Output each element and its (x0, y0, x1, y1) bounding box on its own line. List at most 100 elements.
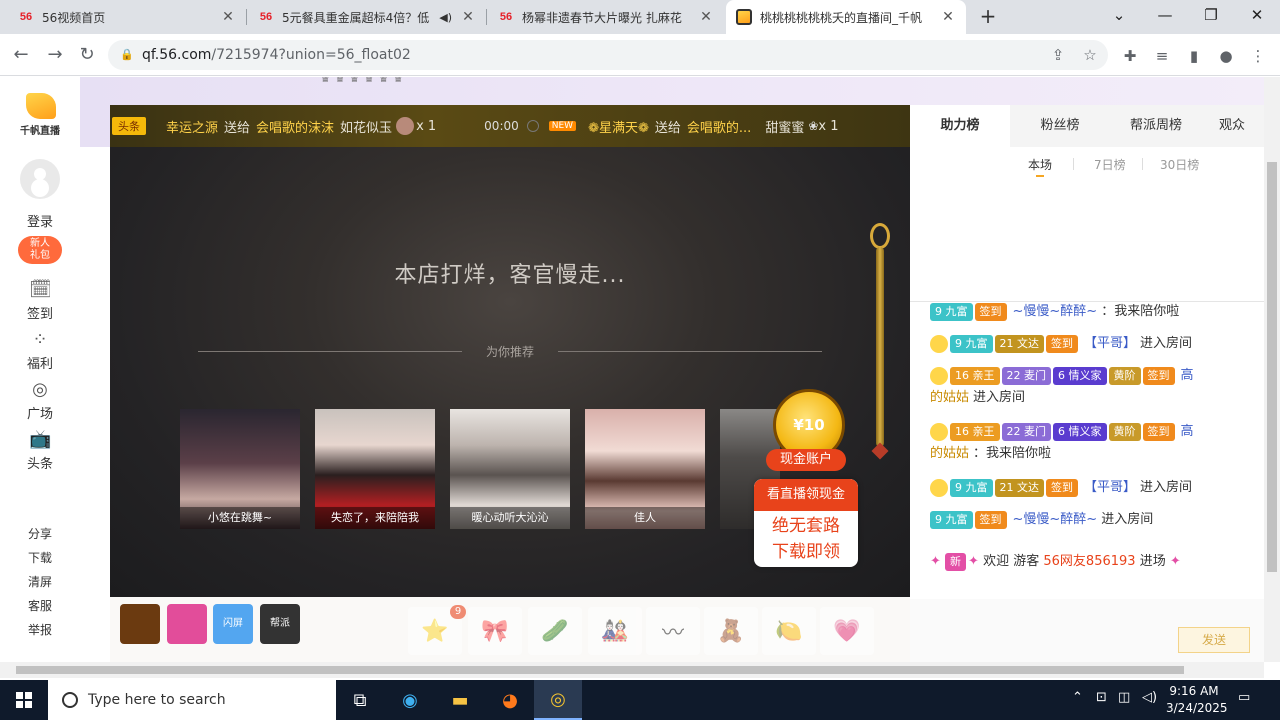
back-arrow-icon[interactable]: ← (8, 42, 34, 68)
slider-knob[interactable] (870, 223, 890, 249)
browser-tab-live-room[interactable]: 桃桃桃桃桃桃夭的直播间_千帆 ✕ (726, 0, 966, 34)
subtab-30day[interactable]: 30日榜 (1160, 156, 1199, 173)
tab-gang-weekly[interactable]: 帮派周榜 (1106, 105, 1206, 147)
volume-slider[interactable] (868, 223, 892, 463)
extensions-puzzle-icon[interactable]: ✚ (1120, 47, 1140, 67)
start-button[interactable] (0, 680, 48, 720)
share-icon[interactable]: ⇪ (1046, 40, 1070, 70)
chat-username-continued[interactable]: 的姑姑 (930, 446, 969, 461)
browser-tab-56-home[interactable]: 56 56视频首页 ✕ (8, 0, 246, 34)
tab-close-icon[interactable]: ✕ (460, 9, 476, 25)
send-button[interactable]: 发送 (1178, 627, 1250, 653)
sidebar-item-welfare[interactable]: ⁘ 福利 (0, 329, 80, 372)
file-explorer-icon[interactable]: ▬ (436, 680, 484, 720)
tray-chevron-icon[interactable]: ⌃ (1072, 690, 1083, 705)
flash-screen-button[interactable]: 闪屏 (213, 604, 253, 644)
close-window-button[interactable]: ✕ (1234, 0, 1280, 32)
gift-item[interactable]: 🎀 (468, 607, 522, 655)
notification-icon[interactable]: ▭ (1238, 690, 1250, 705)
minimize-button[interactable]: — (1142, 0, 1188, 32)
ticker-time: 00:00 (484, 119, 519, 133)
side-panel-icon[interactable]: ▮ (1184, 47, 1204, 67)
chat-text: 进入房间 (1140, 336, 1193, 351)
chat-username[interactable]: ~慢慢~醉醉~ (1013, 512, 1098, 527)
tray-network-icon[interactable]: ⊡ (1096, 690, 1107, 705)
qianfan-logo[interactable]: 千帆直播 (20, 93, 60, 137)
browser-tab-yangmi[interactable]: 56 杨幂非遗春节大片曝光 扎麻花 ✕ (488, 0, 724, 34)
forward-arrow-icon[interactable]: → (42, 42, 68, 68)
tray-wifi-icon[interactable]: ◫ (1118, 690, 1130, 705)
audio-playing-icon[interactable]: ◀) (439, 11, 452, 24)
gift-item[interactable]: 🧸 (704, 607, 758, 655)
gift-love[interactable]: 💗 (820, 607, 874, 655)
tab-close-icon[interactable]: ✕ (698, 9, 714, 25)
horizontal-scrollbar[interactable] (0, 662, 1264, 678)
taskbar-search[interactable]: Type here to search (48, 680, 336, 720)
new-tab-button[interactable]: + (976, 5, 1000, 29)
reload-icon[interactable]: ↻ (74, 42, 100, 68)
gift-item[interactable]: 🎎 (588, 607, 642, 655)
profile-avatar-icon[interactable]: ● (1216, 47, 1236, 67)
browser-tab-tableware[interactable]: 56 5元餐具重金属超标4倍？低 ◀) ✕ (248, 0, 486, 34)
user-avatar[interactable] (20, 159, 60, 199)
tab-search-icon[interactable]: ⌄ (1096, 0, 1142, 32)
chat-username[interactable]: 【平哥】 (1084, 336, 1136, 351)
gift-cucumber[interactable]: 🥒 (528, 607, 582, 655)
report-link[interactable]: 举报 (0, 621, 80, 638)
sidebar-item-headlines[interactable]: 📺 头条 (0, 429, 80, 472)
share-link[interactable]: 分享 (0, 525, 80, 542)
quick-action-2[interactable] (167, 604, 207, 644)
tab-support-rank[interactable]: 助力榜 (910, 105, 1010, 147)
chat-username[interactable]: 【平哥】 (1084, 480, 1136, 495)
download-link[interactable]: 下载 (0, 549, 80, 566)
ticker-receiver[interactable]: 会唱歌的沫沫 (256, 117, 334, 136)
tv-icon: 📺 (29, 429, 52, 450)
tab-audience[interactable]: 观众 (1200, 105, 1264, 147)
media-control-icon[interactable]: ≡ (1152, 47, 1172, 67)
bookmark-star-icon[interactable]: ☆ (1078, 40, 1102, 70)
welcome-username[interactable]: 56网友856193 (1043, 554, 1135, 569)
url-bar[interactable]: 🔒 qf.56.com/7215974?union=56_float02 (108, 40, 1108, 70)
quick-action-1[interactable] (120, 604, 160, 644)
subtab-7day[interactable]: 7日榜 (1094, 156, 1126, 173)
ticker-sender[interactable]: ❁星满天❁ (588, 117, 649, 136)
ticker-sender[interactable]: 幸运之源 (166, 117, 218, 136)
chat-username[interactable]: 高 (1181, 368, 1194, 383)
chat-username[interactable]: ~慢慢~醉醉~ (1013, 304, 1098, 319)
edge-browser-icon[interactable]: ◉ (386, 680, 434, 720)
chrome-icon[interactable]: ◎ (534, 680, 582, 720)
vertical-scrollbar[interactable] (1264, 77, 1280, 662)
sidebar-item-checkin[interactable]: 🗓 签到 (0, 279, 80, 322)
newbie-gift-badge[interactable]: 新人 礼包 (18, 236, 62, 264)
task-view-icon[interactable]: ⧉ (336, 680, 384, 720)
firefox-icon[interactable]: ◕ (486, 680, 534, 720)
customer-service-link[interactable]: 客服 (0, 597, 80, 614)
recommend-card[interactable]: 佳人 (585, 409, 705, 529)
gift-item[interactable]: 〰 (646, 607, 700, 655)
tray-volume-icon[interactable]: ◁) (1142, 690, 1157, 705)
clear-screen-link[interactable]: 清屏 (0, 573, 80, 590)
scroll-thumb[interactable] (16, 666, 1184, 674)
tab-fan-rank[interactable]: 粉丝榜 (1010, 105, 1110, 147)
cash-promo-card[interactable]: 看直播领现金 绝无套路 下载即领 (754, 479, 858, 567)
recommend-card[interactable]: 暖心动听大沁沁 (450, 409, 570, 529)
scroll-thumb[interactable] (1267, 162, 1277, 572)
taskbar-clock[interactable]: 9:16 AM 3/24/2025 (1166, 683, 1228, 717)
login-link[interactable]: 登录 (0, 211, 80, 230)
ticker-receiver[interactable]: 会唱歌的... (687, 117, 751, 136)
subtab-current[interactable]: 本场 (1028, 156, 1052, 177)
gift-item[interactable]: 🍋 (762, 607, 816, 655)
tab-close-icon[interactable]: ✕ (940, 9, 956, 25)
gang-button[interactable]: 帮派 (260, 604, 300, 644)
recommend-card[interactable]: 小悠在跳舞~ (180, 409, 300, 529)
slider-track[interactable] (876, 247, 884, 447)
cash-account-button[interactable]: 现金账户 (766, 449, 846, 471)
sidebar-item-plaza[interactable]: ◎ 广场 (0, 379, 80, 422)
browser-menu-icon[interactable]: ⋮ (1248, 47, 1268, 67)
recommend-card[interactable]: 失恋了，来陪陪我 (315, 409, 435, 529)
chat-username[interactable]: 高 (1181, 424, 1194, 439)
chat-username-continued[interactable]: 的姑姑 (930, 390, 969, 405)
tab-close-icon[interactable]: ✕ (220, 9, 236, 25)
user-level-badge: 22 麦门 (1001, 366, 1051, 385)
maximize-button[interactable]: ❐ (1188, 0, 1234, 32)
